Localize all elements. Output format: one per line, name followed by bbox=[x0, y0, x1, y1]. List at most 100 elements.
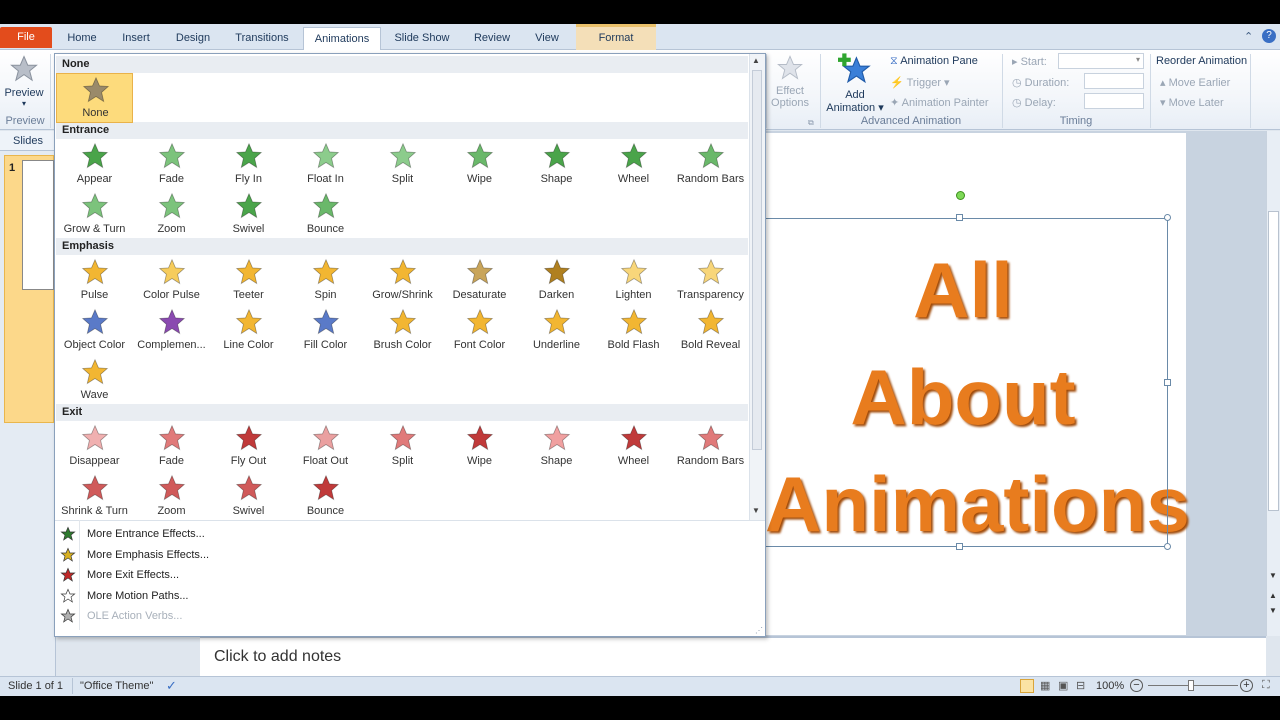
tab-animations[interactable]: Animations bbox=[303, 27, 381, 51]
slide-show-icon[interactable]: ⊟ bbox=[1076, 679, 1085, 692]
entrance-effect-bounce[interactable]: Bounce bbox=[287, 190, 364, 240]
scroll-down-icon[interactable]: ▼ bbox=[1269, 571, 1277, 580]
zoom-slider-thumb[interactable] bbox=[1188, 680, 1194, 691]
tab-format[interactable]: Format bbox=[576, 24, 656, 50]
gallery-scroll-down-icon[interactable]: ▼ bbox=[752, 506, 760, 515]
tab-insert[interactable]: Insert bbox=[112, 27, 160, 50]
entrance-effect-fly-in[interactable]: Fly In bbox=[210, 140, 287, 190]
zoom-in-icon[interactable]: + bbox=[1240, 679, 1253, 692]
resize-handle[interactable] bbox=[1164, 379, 1171, 386]
entrance-effect-float-in[interactable]: Float In bbox=[287, 140, 364, 190]
help-icon[interactable]: ? bbox=[1262, 29, 1276, 43]
exit-effect-disappear[interactable]: Disappear bbox=[56, 422, 133, 472]
emphasis-effect-fill-color[interactable]: Fill Color bbox=[287, 306, 364, 356]
effect-options-button[interactable]: Effect Options bbox=[767, 54, 813, 109]
exit-effect-shrink-turn[interactable]: Shrink & Turn bbox=[56, 472, 133, 522]
emphasis-effect-color-pulse[interactable]: Color Pulse bbox=[133, 256, 210, 306]
minimize-ribbon-icon[interactable]: ⌃ bbox=[1244, 30, 1253, 43]
emphasis-effect-grow-shrink[interactable]: Grow/Shrink bbox=[364, 256, 441, 306]
exit-effect-random-bars[interactable]: Random Bars bbox=[672, 422, 749, 472]
exit-effect-fly-out[interactable]: Fly Out bbox=[210, 422, 287, 472]
tab-home[interactable]: Home bbox=[58, 27, 106, 50]
resize-handle[interactable] bbox=[956, 543, 963, 550]
delay-stepper[interactable] bbox=[1084, 93, 1144, 109]
gallery-resize-grip-icon[interactable]: ⋰ bbox=[755, 626, 763, 635]
tab-review[interactable]: Review bbox=[464, 27, 520, 50]
entrance-effect-zoom[interactable]: Zoom bbox=[133, 190, 210, 240]
menu-item-more-motion-paths[interactable]: More Motion Paths... bbox=[56, 586, 748, 606]
exit-effect-bounce[interactable]: Bounce bbox=[287, 472, 364, 522]
emphasis-effect-transparency[interactable]: Transparency bbox=[672, 256, 749, 306]
emphasis-effect-wave[interactable]: Wave bbox=[56, 356, 133, 406]
emphasis-effect-pulse[interactable]: Pulse bbox=[56, 256, 133, 306]
gallery-scrollbar[interactable]: ▲ ▼ bbox=[749, 54, 765, 520]
duration-stepper[interactable] bbox=[1084, 73, 1144, 89]
entrance-effect-split[interactable]: Split bbox=[364, 140, 441, 190]
entrance-effect-fade[interactable]: Fade bbox=[133, 140, 210, 190]
previous-slide-icon[interactable]: ▲ bbox=[1269, 591, 1277, 600]
resize-handle[interactable] bbox=[1164, 214, 1171, 221]
emphasis-effect-complemen[interactable]: Complemen... bbox=[133, 306, 210, 356]
move-earlier-button[interactable]: ▴ Move Earlier bbox=[1160, 76, 1230, 89]
entrance-effect-random-bars[interactable]: Random Bars bbox=[672, 140, 749, 190]
tab-view[interactable]: View bbox=[526, 27, 568, 50]
emphasis-effect-object-color[interactable]: Object Color bbox=[56, 306, 133, 356]
gallery-scroll-thumb[interactable] bbox=[752, 70, 762, 450]
exit-effect-split[interactable]: Split bbox=[364, 422, 441, 472]
emphasis-effect-brush-color[interactable]: Brush Color bbox=[364, 306, 441, 356]
start-dropdown[interactable]: ▾ bbox=[1058, 53, 1144, 69]
menu-item-more-entrance-effects[interactable]: More Entrance Effects... bbox=[56, 524, 748, 544]
animation-pane-button[interactable]: ⧖ Animation Pane bbox=[890, 55, 978, 68]
rotation-handle[interactable] bbox=[956, 191, 965, 200]
exit-effect-swivel[interactable]: Swivel bbox=[210, 472, 287, 522]
fit-to-window-icon[interactable]: ⛶ bbox=[1262, 679, 1270, 692]
menu-item-more-exit-effects[interactable]: More Exit Effects... bbox=[56, 565, 748, 585]
entrance-effect-wheel[interactable]: Wheel bbox=[595, 140, 672, 190]
emphasis-effect-line-color[interactable]: Line Color bbox=[210, 306, 287, 356]
emphasis-effect-lighten[interactable]: Lighten bbox=[595, 256, 672, 306]
gallery-scroll-up-icon[interactable]: ▲ bbox=[752, 56, 760, 65]
emphasis-effect-font-color[interactable]: Font Color bbox=[441, 306, 518, 356]
entrance-effect-shape[interactable]: Shape bbox=[518, 140, 595, 190]
preview-button[interactable]: Preview ▾ bbox=[2, 54, 46, 108]
scroll-thumb[interactable] bbox=[1268, 211, 1279, 511]
emphasis-effect-teeter[interactable]: Teeter bbox=[210, 256, 287, 306]
vertical-scrollbar[interactable]: ▼ ▲ ▼ bbox=[1266, 131, 1280, 636]
entrance-effect-grow-turn[interactable]: Grow & Turn bbox=[56, 190, 133, 240]
emphasis-effect-spin[interactable]: Spin bbox=[287, 256, 364, 306]
next-slide-icon[interactable]: ▼ bbox=[1269, 606, 1277, 615]
resize-handle[interactable] bbox=[956, 214, 963, 221]
move-later-button[interactable]: ▾ Move Later bbox=[1160, 96, 1224, 109]
entrance-effect-appear[interactable]: Appear bbox=[56, 140, 133, 190]
zoom-out-icon[interactable]: − bbox=[1130, 679, 1143, 692]
exit-effect-fade[interactable]: Fade bbox=[133, 422, 210, 472]
entrance-effect-wipe[interactable]: Wipe bbox=[441, 140, 518, 190]
exit-effect-wipe[interactable]: Wipe bbox=[441, 422, 518, 472]
add-animation-button[interactable]: Add Animation ▾ bbox=[824, 52, 886, 114]
zoom-level[interactable]: 100% bbox=[1096, 680, 1124, 692]
menu-item-more-emphasis-effects[interactable]: More Emphasis Effects... bbox=[56, 545, 748, 565]
dialog-launcher-icon[interactable]: ⧉ bbox=[808, 118, 814, 128]
spell-check-icon[interactable]: ✓ bbox=[166, 678, 177, 694]
emphasis-effect-desaturate[interactable]: Desaturate bbox=[441, 256, 518, 306]
resize-handle[interactable] bbox=[1164, 543, 1171, 550]
trigger-button[interactable]: ⚡ Trigger ▾ bbox=[890, 76, 950, 89]
tab-slides[interactable]: Slides bbox=[0, 131, 56, 151]
slide-sorter-icon[interactable]: ▦ bbox=[1040, 679, 1050, 692]
exit-effect-float-out[interactable]: Float Out bbox=[287, 422, 364, 472]
tab-transitions[interactable]: Transitions bbox=[226, 27, 298, 50]
emphasis-effect-underline[interactable]: Underline bbox=[518, 306, 595, 356]
animation-painter-button[interactable]: ✦ Animation Painter bbox=[890, 96, 989, 109]
slide-thumbnail[interactable]: 1 bbox=[4, 155, 54, 423]
exit-effect-wheel[interactable]: Wheel bbox=[595, 422, 672, 472]
entrance-effect-swivel[interactable]: Swivel bbox=[210, 190, 287, 240]
tab-design[interactable]: Design bbox=[166, 27, 220, 50]
emphasis-effect-darken[interactable]: Darken bbox=[518, 256, 595, 306]
none-effect-none[interactable]: None bbox=[56, 73, 133, 123]
tab-file[interactable]: File bbox=[0, 27, 52, 48]
exit-effect-zoom[interactable]: Zoom bbox=[133, 472, 210, 522]
emphasis-effect-bold-flash[interactable]: Bold Flash bbox=[595, 306, 672, 356]
notes-pane[interactable]: Click to add notes bbox=[200, 636, 1266, 676]
reading-view-icon[interactable]: ▣ bbox=[1058, 679, 1068, 692]
normal-view-icon[interactable] bbox=[1020, 679, 1034, 693]
